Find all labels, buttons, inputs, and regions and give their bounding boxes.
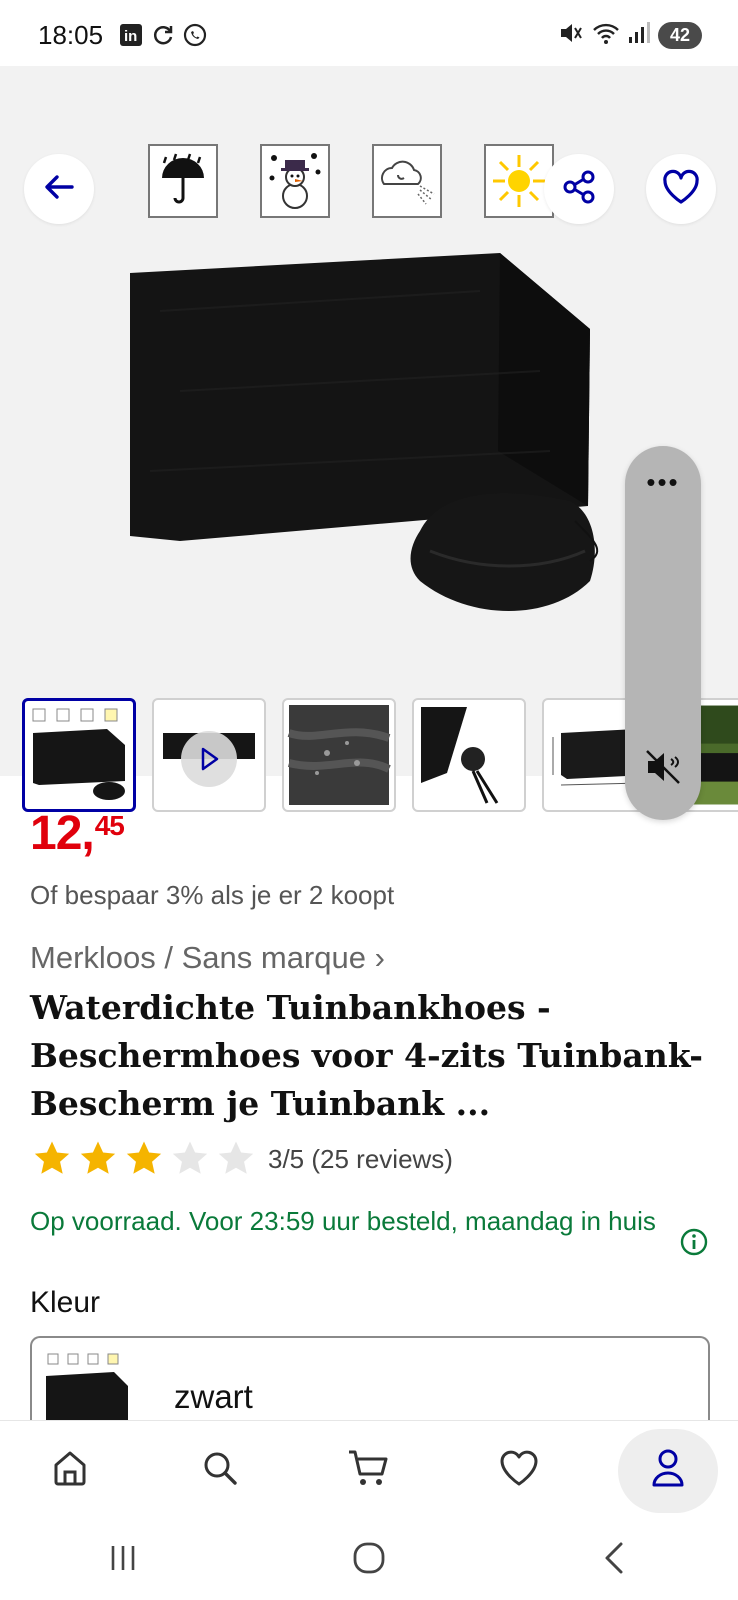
volume-mute-icon	[643, 747, 683, 792]
thumb-video[interactable]	[152, 698, 266, 812]
nav-account[interactable]	[618, 1428, 718, 1513]
system-navigation-bar	[0, 1520, 738, 1600]
arrow-left-icon	[42, 170, 76, 209]
wishlist-icon	[498, 1448, 540, 1493]
main-product-image[interactable]	[120, 251, 620, 631]
back-chevron-icon	[597, 1542, 633, 1580]
share-button[interactable]	[544, 154, 614, 224]
whatsapp-icon	[182, 22, 208, 48]
favorite-button[interactable]	[646, 154, 716, 224]
sync-icon	[150, 22, 176, 48]
nav-home[interactable]	[20, 1429, 120, 1513]
color-value: zwart	[174, 1378, 253, 1415]
back-system-button[interactable]	[597, 1540, 633, 1581]
delivery-info-button[interactable]	[680, 1228, 708, 1261]
product-rating[interactable]: 3/5 (25 reviews)	[30, 1138, 453, 1180]
info-icon	[680, 1228, 708, 1260]
account-icon	[648, 1447, 688, 1494]
wind-icon	[372, 144, 442, 218]
thumb-drawstring[interactable]	[412, 698, 526, 812]
cart-icon	[347, 1448, 391, 1493]
nav-search[interactable]	[170, 1429, 270, 1513]
home-circle-icon	[351, 1542, 387, 1580]
star-empty-icon	[218, 1141, 254, 1174]
status-bar: 18:05 in 42	[0, 0, 738, 66]
bundle-offer[interactable]: Of bespaar 3% als je er 2 koopt	[30, 880, 394, 911]
product-title: Waterdichte Tuinbankhoes -Beschermhoes v…	[30, 988, 703, 1123]
price-fraction: 45	[94, 810, 125, 841]
signal-icon	[628, 21, 650, 50]
nav-cart[interactable]	[319, 1429, 419, 1513]
star-filled-icon	[80, 1141, 116, 1174]
nav-wishlist[interactable]	[469, 1429, 569, 1513]
star-filled-icon	[126, 1141, 162, 1174]
bottom-navigation	[0, 1420, 738, 1520]
rating-stars	[30, 1138, 258, 1180]
more-options-button[interactable]: •••	[625, 469, 701, 495]
color-selector[interactable]: zwart	[30, 1336, 710, 1426]
snowman-icon	[260, 144, 330, 218]
status-notification-icons: in	[118, 22, 208, 48]
sun-icon	[484, 144, 554, 218]
stock-status: Op voorraad. Voor 23:59 uur besteld, maa…	[30, 1206, 656, 1236]
color-swatch-image	[44, 1352, 140, 1426]
heart-icon	[662, 169, 700, 210]
umbrella-rain-icon	[148, 144, 218, 218]
color-label: Kleur	[30, 1286, 101, 1319]
rating-text: 3/5 (25 reviews)	[268, 1143, 453, 1174]
product-price: 12, 45	[30, 806, 125, 861]
thumb-bench-cover[interactable]	[22, 698, 136, 812]
svg-text:in: in	[124, 28, 137, 45]
share-icon	[561, 169, 597, 210]
status-system-icons: 42	[558, 20, 702, 51]
recents-button[interactable]	[105, 1540, 141, 1581]
home-icon	[50, 1448, 90, 1493]
wifi-icon	[592, 20, 620, 51]
price-whole: 12,	[30, 807, 95, 860]
home-system-button[interactable]	[351, 1540, 387, 1581]
volume-mute-button[interactable]	[625, 747, 701, 792]
back-button[interactable]	[24, 154, 94, 224]
star-filled-icon	[34, 1141, 70, 1174]
battery-indicator: 42	[657, 22, 702, 49]
brand-link[interactable]: Merkloos / Sans marque ›	[30, 940, 385, 976]
recents-icon	[105, 1545, 141, 1580]
star-empty-icon	[172, 1141, 208, 1174]
thumb-fabric-detail[interactable]	[282, 698, 396, 812]
product-feature-icons	[148, 144, 554, 218]
search-icon	[200, 1448, 240, 1493]
media-volume-panel: •••	[625, 446, 701, 820]
status-time: 18:05	[38, 20, 104, 50]
mute-vibrate-icon	[558, 20, 584, 51]
linkedin-icon: in	[118, 22, 144, 48]
